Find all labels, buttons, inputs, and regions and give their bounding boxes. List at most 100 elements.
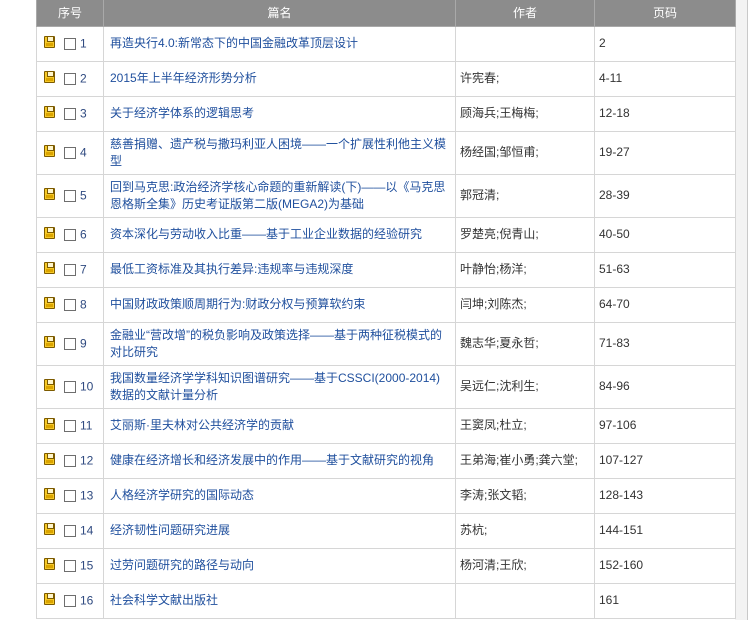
- article-title-link[interactable]: 关于经济学体系的逻辑思考: [110, 106, 254, 120]
- article-title-link[interactable]: 再造央行4.0:新常态下的中国金融改革顶层设计: [110, 36, 358, 50]
- row-checkbox[interactable]: [64, 380, 76, 393]
- title-cell: 社会科学文献出版社: [103, 582, 456, 619]
- note-icon[interactable]: [44, 261, 55, 274]
- title-cell: 人格经济学研究的国际动态: [103, 477, 456, 514]
- table-row: 13 人格经济学研究的国际动态 李涛;张文韬; 128-143: [36, 477, 736, 514]
- note-icon[interactable]: [44, 557, 55, 570]
- index-cell: 11: [36, 407, 104, 444]
- author-cell: [455, 25, 595, 62]
- row-checkbox[interactable]: [64, 228, 76, 241]
- index-cell: 7: [36, 251, 104, 288]
- article-title-link[interactable]: 经济韧性问题研究进展: [110, 523, 230, 537]
- row-number: 6: [80, 227, 87, 242]
- page-range-cell: 128-143: [594, 477, 736, 514]
- row-checkbox[interactable]: [64, 107, 76, 120]
- table-row: 6 资本深化与劳动收入比重——基于工业企业数据的经验研究 罗楚亮;倪青山; 40…: [36, 216, 736, 253]
- note-icon[interactable]: [44, 105, 55, 118]
- article-title-link[interactable]: 过劳问题研究的路径与动向: [110, 558, 254, 572]
- scroll-gutter-border: [747, 0, 748, 620]
- index-cell: 16: [36, 582, 104, 619]
- row-checkbox[interactable]: [64, 146, 76, 159]
- row-checkbox[interactable]: [64, 559, 76, 572]
- index-cell: 2: [36, 60, 104, 97]
- note-icon[interactable]: [44, 335, 55, 348]
- row-checkbox[interactable]: [64, 189, 76, 202]
- row-number: 14: [80, 523, 94, 538]
- row-number: 15: [80, 558, 94, 573]
- table-row: 4 慈善捐赠、遗产税与撒玛利亚人困境——一个扩展性利他主义模型 杨经国;邹恒甫;…: [36, 130, 736, 175]
- article-title-link[interactable]: 金融业“营改增”的税负影响及政策选择——基于两种征税模式的对比研究: [110, 328, 442, 359]
- row-number: 10: [80, 379, 94, 394]
- author-cell: 王弟海;崔小勇;龚六堂;: [455, 442, 595, 479]
- row-checkbox[interactable]: [64, 263, 76, 276]
- row-checkbox[interactable]: [64, 37, 76, 50]
- row-checkbox[interactable]: [64, 419, 76, 432]
- note-icon[interactable]: [44, 226, 55, 239]
- column-header-title: 篇名: [103, 0, 456, 27]
- note-icon[interactable]: [44, 70, 55, 83]
- article-title-link[interactable]: 人格经济学研究的国际动态: [110, 488, 254, 502]
- row-number: 2: [80, 71, 87, 86]
- row-number: 11: [80, 418, 93, 433]
- page-range-cell: 40-50: [594, 216, 736, 253]
- note-icon[interactable]: [44, 592, 55, 605]
- row-number: 13: [80, 488, 94, 503]
- note-icon[interactable]: [44, 378, 55, 391]
- row-checkbox[interactable]: [64, 454, 76, 467]
- row-checkbox[interactable]: [64, 337, 76, 350]
- article-title-link[interactable]: 回到马克思:政治经济学核心命题的重新解读(下)——以《马克思恩格斯全集》历史考证…: [110, 180, 445, 211]
- page-range-cell: 84-96: [594, 364, 736, 409]
- row-number: 5: [80, 188, 87, 203]
- row-number: 8: [80, 297, 87, 312]
- row-checkbox[interactable]: [64, 489, 76, 502]
- column-header-pages: 页码: [594, 0, 736, 27]
- table-row: 7 最低工资标准及其执行差异:违规率与违规深度 叶静怡;杨洋; 51-63: [36, 251, 736, 288]
- note-icon[interactable]: [44, 522, 55, 535]
- note-icon[interactable]: [44, 144, 55, 157]
- article-title-link[interactable]: 中国财政政策顺周期行为:财政分权与预算软约束: [110, 297, 365, 311]
- author-cell: 杨经国;邹恒甫;: [455, 130, 595, 175]
- page-range-cell: 4-11: [594, 60, 736, 97]
- title-cell: 金融业“营改增”的税负影响及政策选择——基于两种征税模式的对比研究: [103, 321, 456, 366]
- page-range-cell: 51-63: [594, 251, 736, 288]
- article-title-link[interactable]: 资本深化与劳动收入比重——基于工业企业数据的经验研究: [110, 227, 422, 241]
- page-range-cell: 161: [594, 582, 736, 619]
- author-cell: 王窦凤;杜立;: [455, 407, 595, 444]
- author-cell: 苏杭;: [455, 512, 595, 549]
- page-range-cell: 2: [594, 25, 736, 62]
- note-icon[interactable]: [44, 452, 55, 465]
- title-cell: 最低工资标准及其执行差异:违规率与违规深度: [103, 251, 456, 288]
- article-title-link[interactable]: 最低工资标准及其执行差异:违规率与违规深度: [110, 262, 353, 276]
- article-title-link[interactable]: 慈善捐赠、遗产税与撒玛利亚人困境——一个扩展性利他主义模型: [110, 137, 446, 168]
- article-title-link[interactable]: 2015年上半年经济形势分析: [110, 71, 257, 85]
- row-number: 12: [80, 453, 94, 468]
- row-checkbox[interactable]: [64, 72, 76, 85]
- title-cell: 资本深化与劳动收入比重——基于工业企业数据的经验研究: [103, 216, 456, 253]
- title-cell: 经济韧性问题研究进展: [103, 512, 456, 549]
- note-icon[interactable]: [44, 296, 55, 309]
- note-icon[interactable]: [44, 487, 55, 500]
- row-checkbox[interactable]: [64, 524, 76, 537]
- column-header-authors: 作者: [455, 0, 595, 27]
- title-cell: 慈善捐赠、遗产税与撒玛利亚人困境——一个扩展性利他主义模型: [103, 130, 456, 175]
- row-checkbox[interactable]: [64, 298, 76, 311]
- page-range-cell: 64-70: [594, 286, 736, 323]
- table-row: 9 金融业“营改增”的税负影响及政策选择——基于两种征税模式的对比研究 魏志华;…: [36, 321, 736, 366]
- note-icon[interactable]: [44, 187, 55, 200]
- row-checkbox[interactable]: [64, 594, 76, 607]
- note-icon[interactable]: [44, 417, 55, 430]
- article-title-link[interactable]: 艾丽斯·里夫林对公共经济学的贡献: [110, 418, 294, 432]
- article-title-link[interactable]: 社会科学文献出版社: [110, 593, 218, 607]
- article-title-link[interactable]: 我国数量经济学学科知识图谱研究——基于CSSCI(2000-2014)数据的文献…: [110, 371, 440, 402]
- note-icon[interactable]: [44, 35, 55, 48]
- table-row: 11 艾丽斯·里夫林对公共经济学的贡献 王窦凤;杜立; 97-106: [36, 407, 736, 444]
- page-range-cell: 71-83: [594, 321, 736, 366]
- table-row: 15 过劳问题研究的路径与动向 杨河清;王欣; 152-160: [36, 547, 736, 584]
- row-number: 4: [80, 145, 87, 160]
- author-cell: 叶静怡;杨洋;: [455, 251, 595, 288]
- row-number: 3: [80, 106, 87, 121]
- author-cell: 闫坤;刘陈杰;: [455, 286, 595, 323]
- author-cell: 李涛;张文韬;: [455, 477, 595, 514]
- title-cell: 回到马克思:政治经济学核心命题的重新解读(下)——以《马克思恩格斯全集》历史考证…: [103, 173, 456, 218]
- article-title-link[interactable]: 健康在经济增长和经济发展中的作用——基于文献研究的视角: [110, 453, 434, 467]
